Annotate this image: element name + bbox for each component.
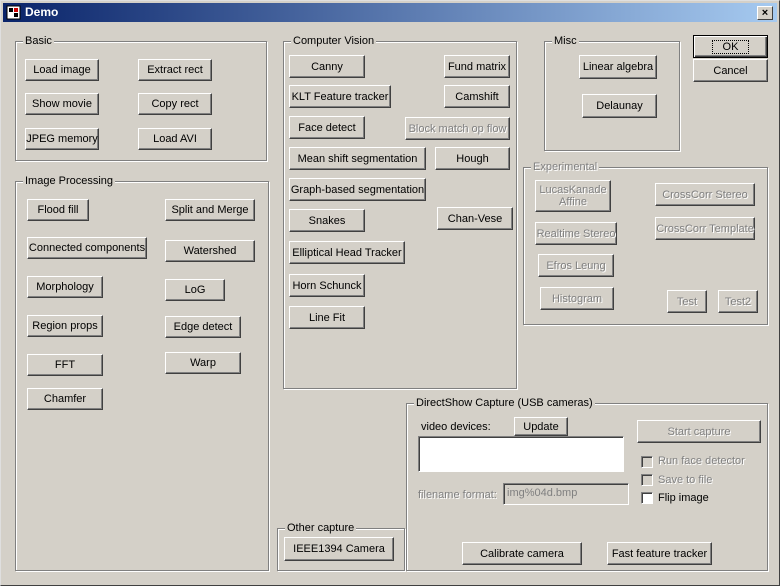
klt-feature-tracker-button[interactable]: KLT Feature tracker: [289, 85, 391, 108]
face-detect-button[interactable]: Face detect: [289, 116, 365, 139]
save-to-file-checkbox[interactable]: [641, 474, 653, 486]
chamfer-button[interactable]: Chamfer: [27, 388, 103, 410]
fund-matrix-button[interactable]: Fund matrix: [444, 55, 510, 78]
run-face-detector-checkbox[interactable]: [641, 456, 653, 468]
close-button[interactable]: ×: [757, 6, 773, 20]
app-icon: [6, 5, 21, 20]
log-button[interactable]: LoG: [165, 279, 225, 301]
lucas-kanade-affine-button[interactable]: LucasKanade Affine: [535, 180, 611, 212]
jpeg-memory-button[interactable]: JPEG memory: [25, 128, 99, 150]
elliptical-head-tracker-button[interactable]: Elliptical Head Tracker: [289, 241, 405, 264]
update-button[interactable]: Update: [514, 417, 568, 436]
experimental-group-label: Experimental: [531, 160, 600, 174]
block-match-op-flow-button[interactable]: Block match op flow: [405, 117, 510, 140]
load-image-button[interactable]: Load image: [25, 59, 99, 81]
linear-algebra-button[interactable]: Linear algebra: [579, 55, 657, 79]
filename-format-label: filename format:: [418, 489, 497, 501]
region-props-button[interactable]: Region props: [27, 315, 103, 337]
efros-leung-button[interactable]: Efros Leung: [538, 254, 614, 277]
basic-group-label: Basic: [23, 34, 54, 48]
crosscorr-stereo-button[interactable]: CrossCorr Stereo: [655, 183, 755, 206]
connected-components-button[interactable]: Connected components: [27, 237, 147, 259]
chan-vese-button[interactable]: Chan-Vese: [437, 207, 513, 230]
horn-schunck-button[interactable]: Horn Schunck: [289, 274, 365, 297]
split-merge-button[interactable]: Split and Merge: [165, 199, 255, 221]
delaunay-button[interactable]: Delaunay: [582, 94, 657, 118]
calibrate-camera-button[interactable]: Calibrate camera: [462, 542, 582, 565]
title-bar[interactable]: Demo ×: [3, 3, 777, 22]
window-title: Demo: [25, 5, 59, 19]
filename-format-input[interactable]: img%04d.bmp: [503, 483, 629, 505]
load-avi-button[interactable]: Load AVI: [138, 128, 212, 150]
other-capture-group-label: Other capture: [285, 521, 357, 535]
flip-image-label: Flip image: [658, 492, 709, 504]
snakes-button[interactable]: Snakes: [289, 209, 365, 232]
fast-feature-tracker-button[interactable]: Fast feature tracker: [607, 542, 712, 565]
computer-vision-group-label: Computer Vision: [291, 34, 377, 48]
ieee1394-camera-button[interactable]: IEEE1394 Camera: [284, 537, 394, 561]
start-capture-button[interactable]: Start capture: [637, 420, 761, 443]
run-face-detector-label: Run face detector: [658, 455, 745, 467]
ok-button[interactable]: OK: [693, 35, 768, 58]
canny-button[interactable]: Canny: [289, 55, 365, 78]
realtime-stereo-button[interactable]: Realtime Stereo: [535, 222, 617, 245]
image-processing-group-label: Image Processing: [23, 174, 116, 188]
graph-based-segmentation-button[interactable]: Graph-based segmentation: [289, 178, 426, 201]
flood-fill-button[interactable]: Flood fill: [27, 199, 89, 221]
close-icon: ×: [761, 7, 769, 19]
misc-group-label: Misc: [552, 34, 579, 48]
dialog-content: Basic Load image Extract rect Show movie…: [1, 23, 779, 585]
test-button[interactable]: Test: [667, 290, 707, 313]
watershed-button[interactable]: Watershed: [165, 240, 255, 262]
save-to-file-label: Save to file: [658, 474, 713, 486]
edge-detect-button[interactable]: Edge detect: [165, 316, 241, 338]
video-devices-listbox[interactable]: [418, 436, 624, 472]
flip-image-checkbox[interactable]: [641, 492, 653, 504]
fft-button[interactable]: FFT: [27, 354, 103, 376]
demo-window: Demo × Basic Load image Extract rect Sho…: [0, 0, 780, 586]
mean-shift-segmentation-button[interactable]: Mean shift segmentation: [289, 147, 426, 170]
directshow-capture-group-label: DirectShow Capture (USB cameras): [414, 396, 595, 410]
histogram-button[interactable]: Histogram: [540, 287, 614, 310]
ok-button-label: OK: [711, 39, 750, 54]
line-fit-button[interactable]: Line Fit: [289, 306, 365, 329]
crosscorr-template-button[interactable]: CrossCorr Template: [655, 217, 755, 240]
camshift-button[interactable]: Camshift: [444, 85, 510, 108]
show-movie-button[interactable]: Show movie: [25, 93, 99, 115]
test2-button[interactable]: Test2: [718, 290, 758, 313]
warp-button[interactable]: Warp: [165, 352, 241, 374]
cancel-button[interactable]: Cancel: [693, 59, 768, 82]
morphology-button[interactable]: Morphology: [27, 276, 103, 298]
video-devices-label: video devices:: [421, 421, 491, 433]
extract-rect-button[interactable]: Extract rect: [138, 59, 212, 81]
copy-rect-button[interactable]: Copy rect: [138, 93, 212, 115]
hough-button[interactable]: Hough: [435, 147, 510, 170]
